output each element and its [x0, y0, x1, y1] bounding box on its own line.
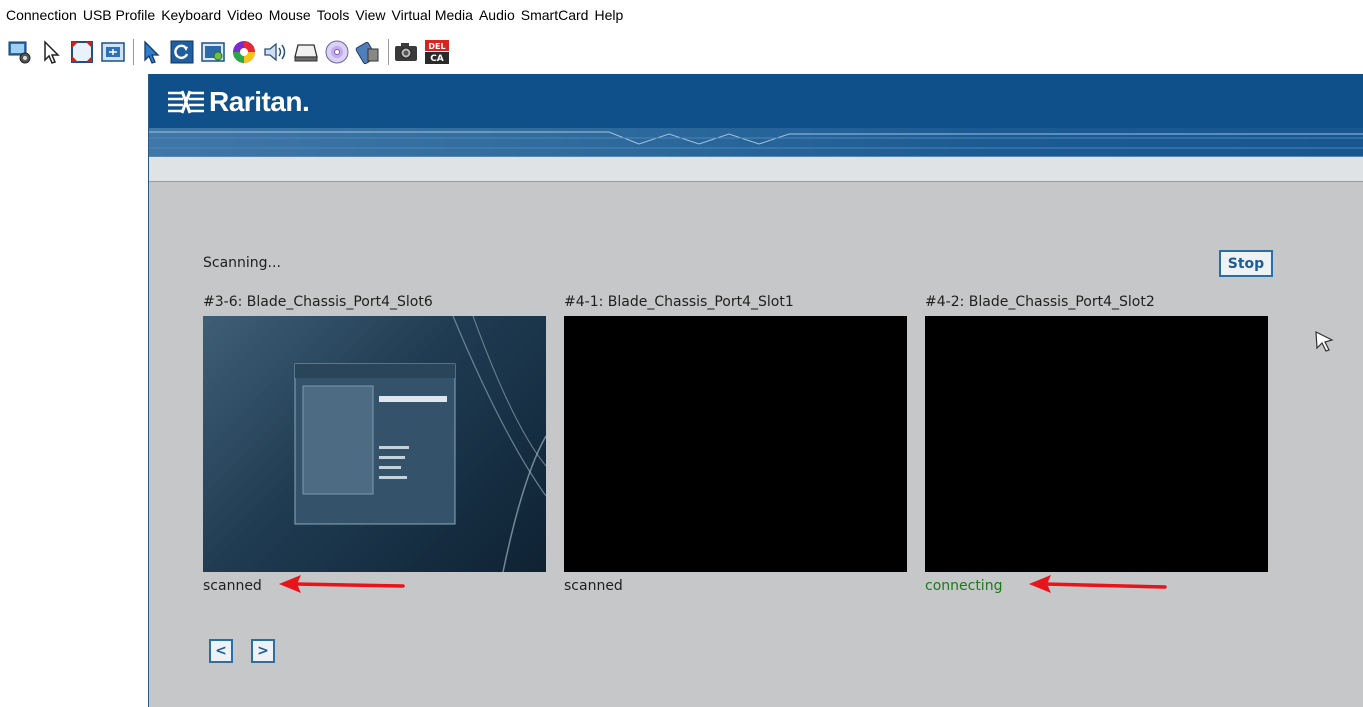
- toolbar: DEL CA: [0, 34, 454, 70]
- tile-status: scanned: [203, 578, 262, 594]
- next-page-button[interactable]: >: [251, 639, 275, 663]
- audio-icon[interactable]: [261, 38, 289, 66]
- video-settings-icon[interactable]: [199, 38, 227, 66]
- tile-title: #3-6: Blade_Chassis_Port4_Slot6: [203, 294, 433, 310]
- header-wave: [149, 131, 1363, 149]
- mouse-pointer-icon: [1315, 330, 1334, 352]
- color-settings-icon[interactable]: [230, 38, 258, 66]
- full-screen-icon[interactable]: [68, 38, 96, 66]
- raritan-logo-mark: [168, 90, 204, 114]
- tile-preview-slot1[interactable]: [564, 316, 907, 572]
- annotation-arrow-icon: [279, 575, 405, 593]
- sub-header-bar: [149, 156, 1363, 182]
- toolbar-separator: [388, 39, 389, 65]
- menu-mouse[interactable]: Mouse: [266, 7, 314, 23]
- ctrl-alt-del-icon[interactable]: DEL CA: [423, 38, 451, 66]
- raritan-header: Raritan.: [149, 74, 1363, 156]
- menu-usb-profile[interactable]: USB Profile: [80, 7, 158, 23]
- prev-page-button[interactable]: <: [209, 639, 233, 663]
- del-label: DEL: [428, 42, 445, 51]
- smartcard-icon[interactable]: [354, 38, 382, 66]
- snapshot-icon[interactable]: [392, 38, 420, 66]
- tile-preview-slot6[interactable]: [203, 316, 546, 572]
- tile-status: scanned: [564, 578, 623, 594]
- drive-icon[interactable]: [292, 38, 320, 66]
- cd-dvd-icon[interactable]: [323, 38, 351, 66]
- menu-smartcard[interactable]: SmartCard: [518, 7, 592, 23]
- tile-preview-slot2[interactable]: [925, 316, 1268, 572]
- toolbar-separator: [133, 39, 134, 65]
- tile-status: connecting: [925, 578, 1003, 594]
- menu-help[interactable]: Help: [591, 7, 626, 23]
- connection-properties-icon[interactable]: [6, 38, 34, 66]
- menu-video[interactable]: Video: [224, 7, 266, 23]
- tile-title: #4-1: Blade_Chassis_Port4_Slot1: [564, 294, 794, 310]
- scanning-status: Scanning...: [203, 255, 281, 271]
- sync-mouse-icon[interactable]: [137, 38, 165, 66]
- ca-label: CA: [430, 54, 444, 64]
- annotation-arrow-icon: [1029, 575, 1167, 593]
- refresh-icon[interactable]: [168, 38, 196, 66]
- stop-button[interactable]: Stop: [1219, 250, 1273, 277]
- menu-virtual-media[interactable]: Virtual Media: [389, 7, 476, 23]
- menu-keyboard[interactable]: Keyboard: [158, 7, 224, 23]
- left-panel: [0, 74, 148, 707]
- menu-tools[interactable]: Tools: [314, 7, 353, 23]
- raritan-logo: Raritan.: [167, 86, 310, 118]
- login-screen-thumbnail: [294, 316, 546, 572]
- raritan-brand: Raritan.: [209, 86, 310, 117]
- menu-connection[interactable]: Connection: [0, 7, 80, 23]
- menu-bar: Connection USB Profile Keyboard Video Mo…: [0, 0, 1363, 30]
- menu-audio[interactable]: Audio: [476, 7, 518, 23]
- tile-title: #4-2: Blade_Chassis_Port4_Slot2: [925, 294, 1155, 310]
- single-cursor-icon[interactable]: [37, 38, 65, 66]
- main-frame: Raritan. Scanning... Stop #3-6: Blade_Ch…: [148, 74, 1363, 707]
- menu-view[interactable]: View: [352, 7, 388, 23]
- scale-video-icon[interactable]: [99, 38, 127, 66]
